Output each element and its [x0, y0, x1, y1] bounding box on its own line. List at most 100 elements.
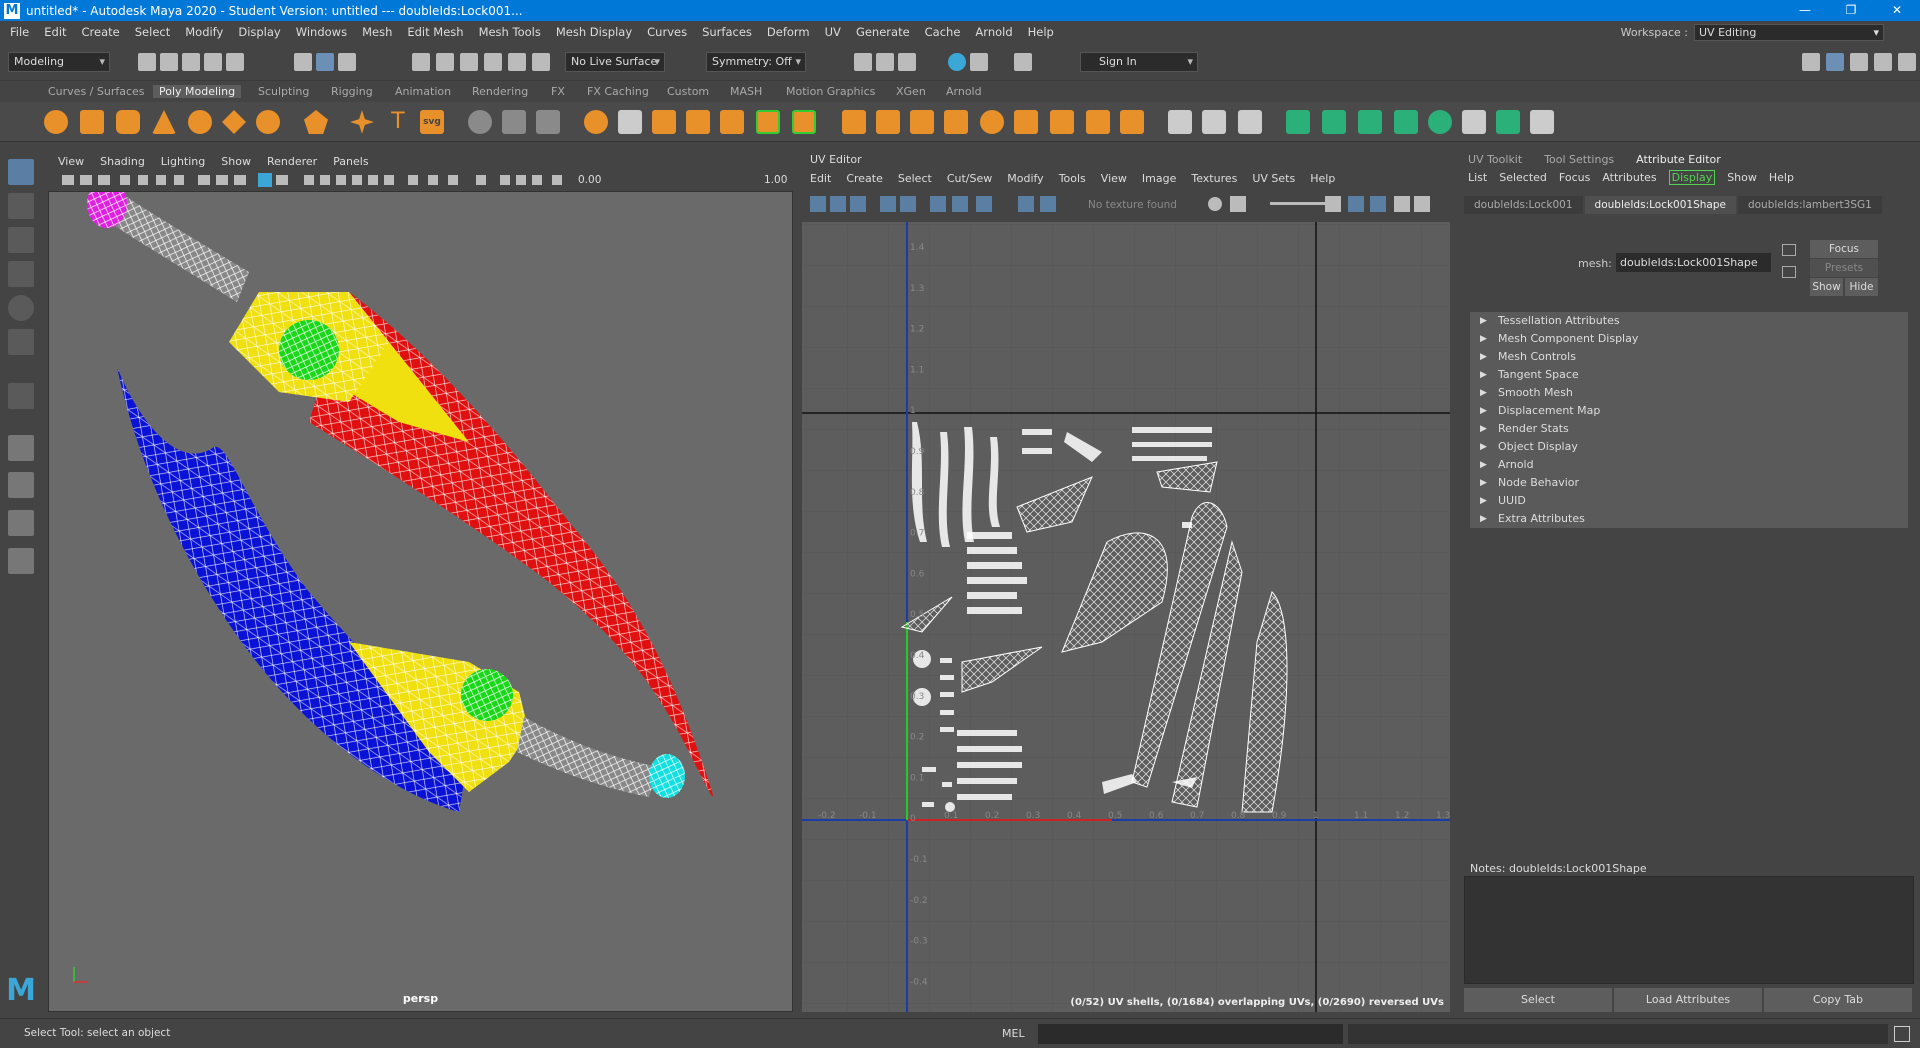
sew-uv-icon[interactable]: [1530, 110, 1554, 134]
uv-menu-view[interactable]: View: [1101, 172, 1127, 185]
select-hierarchy-icon[interactable]: [294, 53, 312, 71]
menu-select[interactable]: Select: [135, 25, 170, 39]
section-uuid[interactable]: UUID: [1470, 492, 1908, 510]
menu-generate[interactable]: Generate: [856, 25, 910, 39]
wedge-icon[interactable]: [910, 110, 934, 134]
render-view-icon[interactable]: [854, 53, 872, 71]
target-weld-icon[interactable]: [980, 110, 1004, 134]
multi-cut-icon[interactable]: [944, 110, 968, 134]
paint-select-icon[interactable]: [1238, 110, 1262, 134]
menu-cache[interactable]: Cache: [925, 25, 961, 39]
poly-torus-icon[interactable]: [188, 110, 212, 134]
shelf-tab-fx[interactable]: FX: [551, 85, 565, 98]
section-tessellation-attributes[interactable]: Tessellation Attributes: [1470, 312, 1908, 330]
render-frame-icon[interactable]: [876, 53, 894, 71]
ae-menu-selected[interactable]: Selected: [1499, 171, 1547, 185]
pause-render-icon[interactable]: [1014, 53, 1032, 71]
lasso-tool-icon[interactable]: [8, 193, 34, 219]
unfold-uv-icon[interactable]: [1428, 110, 1452, 134]
3d-viewport[interactable]: persp: [48, 191, 793, 1012]
copy-tab-button[interactable]: Copy Tab: [1764, 988, 1912, 1012]
new-scene-icon[interactable]: [138, 53, 156, 71]
connect-icon[interactable]: [1014, 110, 1038, 134]
menu-mesh-display[interactable]: Mesh Display: [556, 25, 632, 39]
vp-menu-view[interactable]: View: [58, 155, 84, 168]
last-tool-icon[interactable]: [8, 383, 34, 409]
vp-menu-shading[interactable]: Shading: [100, 155, 145, 168]
tab-uv-toolkit[interactable]: UV Toolkit: [1468, 152, 1522, 168]
node-tab-shape[interactable]: doubleIds:Lock001Shape: [1584, 196, 1736, 214]
mirror-icon[interactable]: [536, 110, 560, 134]
symmetry-dropdown[interactable]: Symmetry: Off: [706, 52, 806, 72]
ae-select-button[interactable]: Select: [1464, 988, 1612, 1012]
viewport-toolbar-icons[interactable]: [48, 171, 793, 190]
bridge-icon[interactable]: [686, 110, 710, 134]
menu-create[interactable]: Create: [82, 25, 120, 39]
restore-button[interactable]: ❐: [1828, 0, 1874, 21]
menu-mesh-tools[interactable]: Mesh Tools: [479, 25, 541, 39]
node-tab-shading-group[interactable]: doubleIds:lambert3SG1: [1737, 196, 1882, 214]
menu-arnold[interactable]: Arnold: [975, 25, 1012, 39]
type-text-icon[interactable]: T: [386, 110, 410, 134]
show-button[interactable]: Show: [1810, 278, 1843, 296]
uv-menu-modify[interactable]: Modify: [1007, 172, 1043, 185]
menu-curves[interactable]: Curves: [647, 25, 687, 39]
menu-edit[interactable]: Edit: [44, 25, 66, 39]
shelf-tab-sculpting[interactable]: Sculpting: [258, 85, 309, 98]
undo-icon[interactable]: [204, 53, 222, 71]
ae-menu-help[interactable]: Help: [1769, 171, 1794, 185]
extrude-icon[interactable]: [842, 110, 866, 134]
section-node-behavior[interactable]: Node Behavior: [1470, 474, 1908, 492]
shelf-tab-rendering[interactable]: Rendering: [472, 85, 528, 98]
snap-point-icon[interactable]: [460, 53, 478, 71]
channel-box-icon[interactable]: [1874, 53, 1892, 71]
select-object-icon[interactable]: [316, 53, 334, 71]
menu-file[interactable]: File: [10, 25, 29, 39]
hide-button[interactable]: Hide: [1845, 278, 1878, 296]
svg-icon[interactable]: svg: [420, 110, 444, 134]
fill-hole-icon[interactable]: [720, 110, 744, 134]
poly-plane-icon[interactable]: [222, 110, 246, 134]
shelf-tab-rigging[interactable]: Rigging: [331, 85, 373, 98]
scale-tool-icon[interactable]: [8, 329, 34, 355]
ae-menu-show[interactable]: Show: [1727, 171, 1757, 185]
offset-edge-icon[interactable]: [1120, 110, 1144, 134]
menu-uv[interactable]: UV: [825, 25, 841, 39]
select-component-icon[interactable]: [338, 53, 356, 71]
ae-menu-list[interactable]: List: [1468, 171, 1487, 185]
tab-attribute-editor[interactable]: Attribute Editor: [1636, 152, 1721, 168]
load-attributes-button[interactable]: Load Attributes: [1614, 988, 1762, 1012]
select-tool-icon[interactable]: [8, 159, 34, 185]
workspace-dropdown[interactable]: UV Editing: [1694, 24, 1884, 41]
attribute-editor-toggle-icon[interactable]: [1826, 53, 1844, 71]
shelf-tab-mash[interactable]: MASH: [730, 85, 762, 98]
command-input[interactable]: [1038, 1024, 1343, 1044]
boolean-icon[interactable]: [618, 110, 642, 134]
notes-textarea[interactable]: [1464, 876, 1914, 984]
script-language-label[interactable]: MEL: [1002, 1027, 1025, 1040]
vp-menu-show[interactable]: Show: [221, 155, 251, 168]
hypershade-icon[interactable]: [948, 53, 966, 71]
planar-uv-icon[interactable]: [1286, 110, 1310, 134]
section-smooth-mesh[interactable]: Smooth Mesh: [1470, 384, 1908, 402]
minimize-button[interactable]: —: [1782, 0, 1828, 21]
snap-curve-icon[interactable]: [436, 53, 454, 71]
soft-select-icon[interactable]: [1168, 110, 1192, 134]
symmetry-icon[interactable]: [1202, 110, 1226, 134]
menu-mesh[interactable]: Mesh: [362, 25, 392, 39]
presets-button[interactable]: Presets: [1810, 259, 1878, 277]
script-editor-icon[interactable]: [1894, 1026, 1910, 1042]
uv-menu-help[interactable]: Help: [1310, 172, 1335, 185]
open-scene-icon[interactable]: [160, 53, 178, 71]
snap-rotate-icon[interactable]: [532, 53, 550, 71]
menu-deform[interactable]: Deform: [767, 25, 810, 39]
uv-menu-select[interactable]: Select: [898, 172, 932, 185]
cylindrical-uv-icon[interactable]: [1322, 110, 1346, 134]
section-object-display[interactable]: Object Display: [1470, 438, 1908, 456]
vp-menu-renderer[interactable]: Renderer: [267, 155, 317, 168]
ae-menu-focus[interactable]: Focus: [1559, 171, 1590, 185]
poly-cone-icon[interactable]: [152, 110, 176, 134]
save-scene-icon[interactable]: [182, 53, 200, 71]
viewport-field-b[interactable]: 1.00: [764, 174, 787, 186]
arnold-render-icon[interactable]: [970, 53, 988, 71]
